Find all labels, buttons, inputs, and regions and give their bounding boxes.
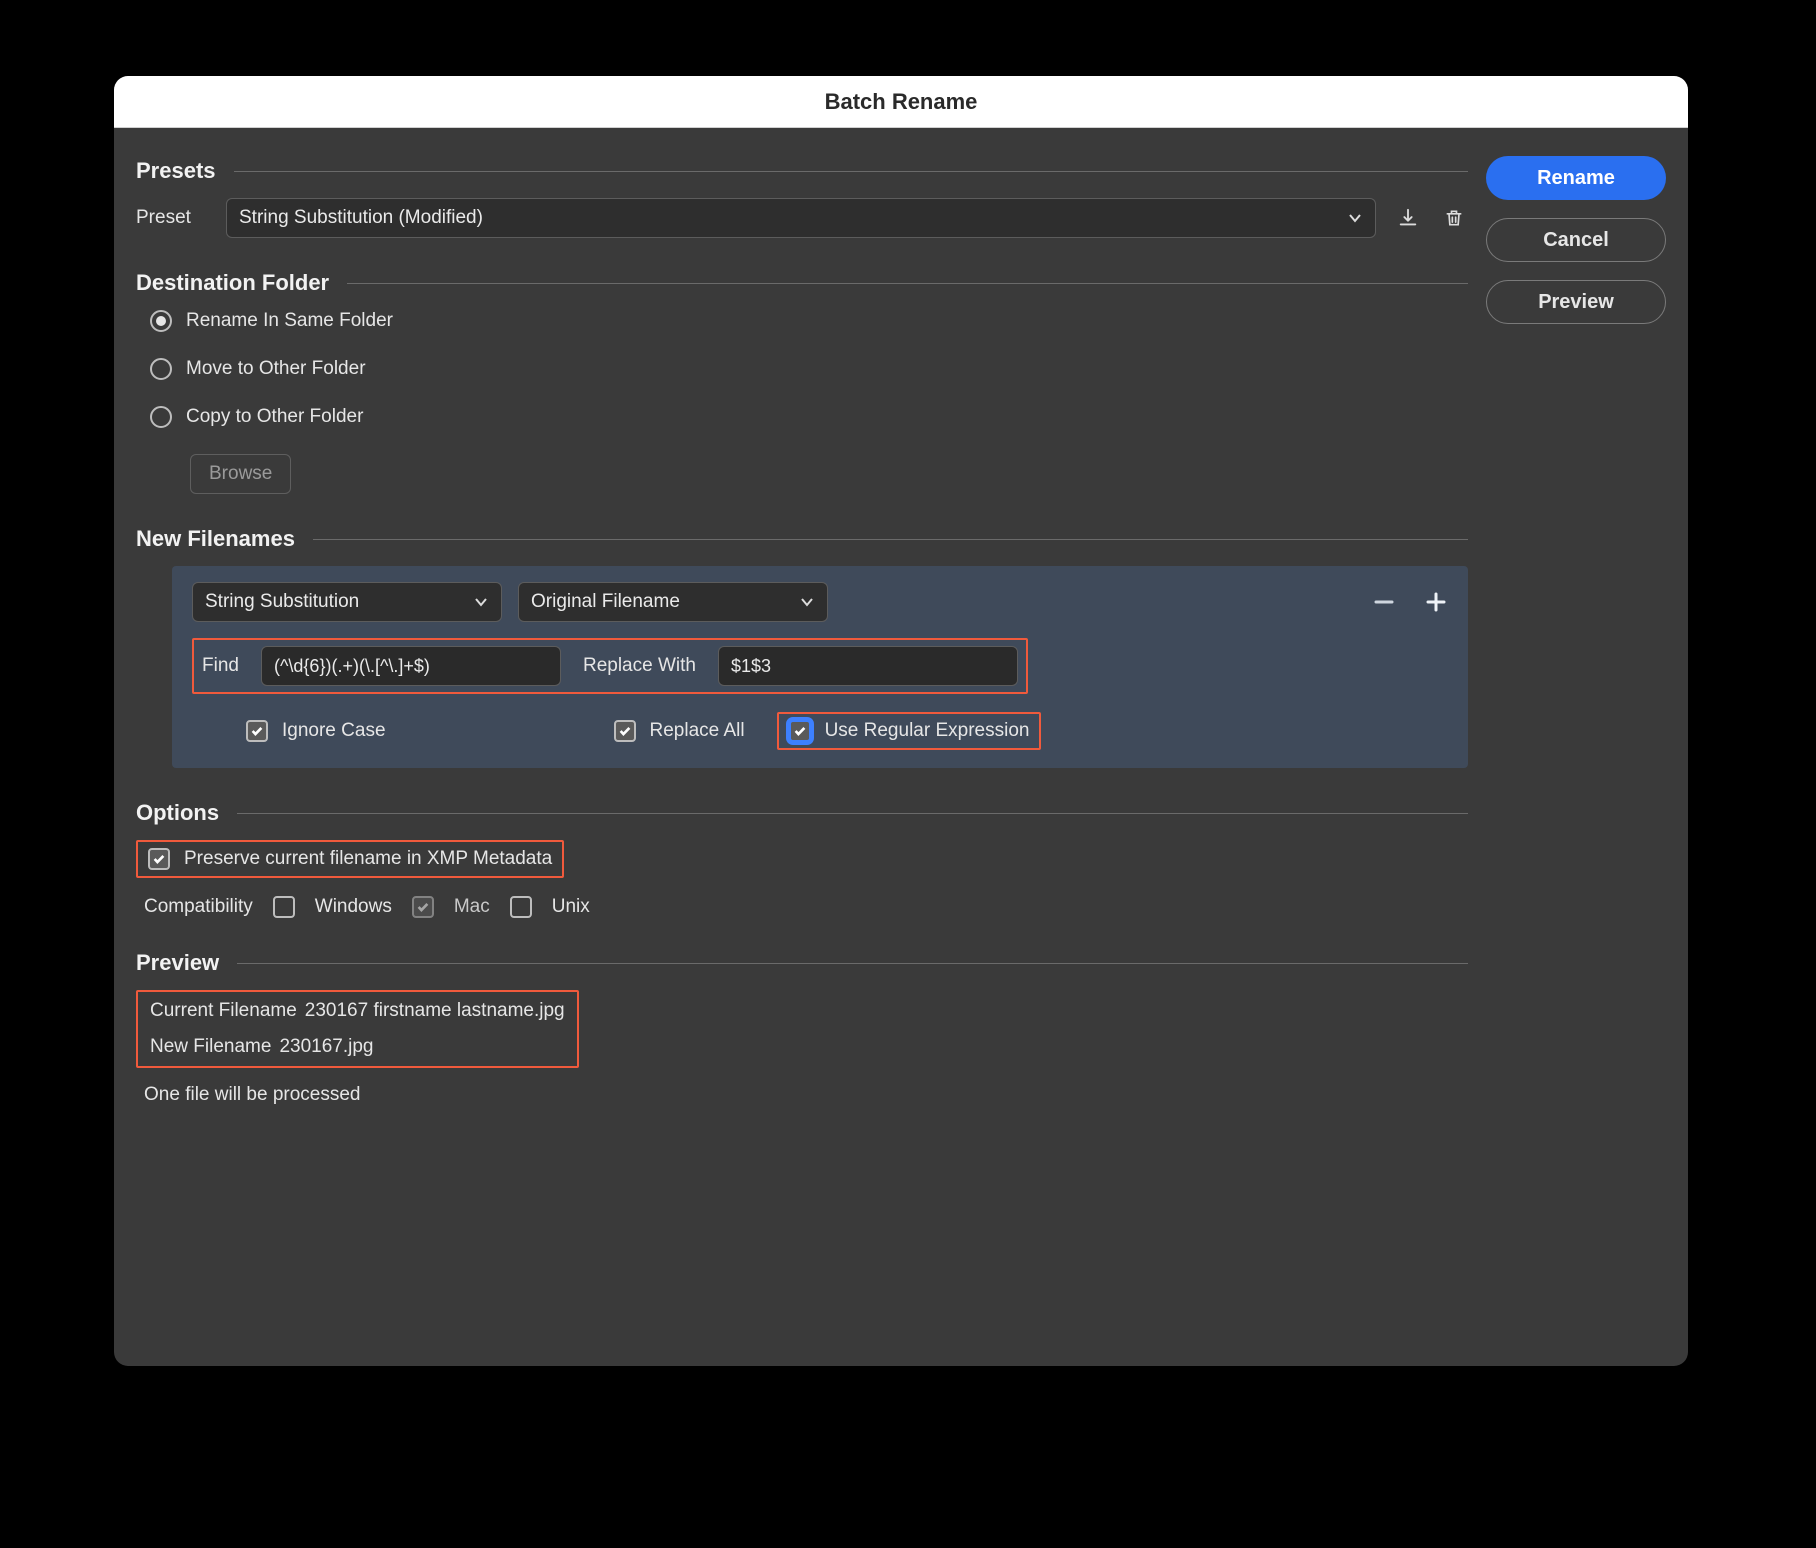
section-preview: Preview Current Filename 230167 firstnam… <box>136 950 1468 1106</box>
find-input[interactable] <box>261 646 561 686</box>
minus-icon[interactable] <box>1372 590 1396 614</box>
preset-select[interactable]: String Substitution (Modified) <box>226 198 1376 238</box>
section-presets: Presets Preset String Substitution (Modi… <box>136 158 1468 238</box>
rule <box>234 171 1468 172</box>
section-options: Options Preserve current filename in XMP… <box>136 800 1468 918</box>
cancel-button-label: Cancel <box>1543 229 1609 252</box>
rename-button[interactable]: Rename <box>1486 156 1666 200</box>
compatibility-label: Compatibility <box>144 896 253 918</box>
batch-rename-dialog: Batch Rename Presets Preset String Subst… <box>114 76 1688 1366</box>
current-filename-label: Current Filename <box>150 1000 297 1022</box>
dialog-title-text: Batch Rename <box>825 89 978 115</box>
compat-windows-label: Windows <box>315 896 392 918</box>
rule-type-value: String Substitution <box>205 591 359 613</box>
radio-move-other-folder[interactable] <box>150 358 172 380</box>
preview-button-label: Preview <box>1538 291 1614 314</box>
preset-label: Preset <box>136 207 208 229</box>
checkbox-use-regex[interactable] <box>789 720 811 742</box>
section-title-presets: Presets <box>136 158 216 184</box>
radio-label: Move to Other Folder <box>186 358 366 380</box>
rule <box>237 813 1468 814</box>
checkbox-replace-all[interactable] <box>614 720 636 742</box>
new-filename-value: 230167.jpg <box>279 1036 373 1058</box>
trash-icon[interactable] <box>1440 204 1468 232</box>
compat-unix-label: Unix <box>552 896 590 918</box>
replace-with-input[interactable] <box>718 646 1018 686</box>
replace-all-label: Replace All <box>650 720 745 742</box>
ignore-case-label: Ignore Case <box>282 720 386 742</box>
checkbox-preserve-xmp[interactable] <box>148 848 170 870</box>
action-button-column: Rename Cancel Preview <box>1486 152 1666 1106</box>
use-regex-label: Use Regular Expression <box>825 720 1030 742</box>
cancel-button[interactable]: Cancel <box>1486 218 1666 262</box>
chevron-down-icon <box>1347 210 1363 226</box>
rule <box>237 963 1468 964</box>
section-new-filenames: New Filenames String Substitution <box>136 526 1468 768</box>
browse-button: Browse <box>190 454 291 494</box>
preserve-xmp-label: Preserve current filename in XMP Metadat… <box>184 848 552 870</box>
plus-icon[interactable] <box>1424 590 1448 614</box>
find-label: Find <box>202 655 239 677</box>
replace-with-label: Replace With <box>583 655 696 677</box>
section-title-new-filenames: New Filenames <box>136 526 295 552</box>
checkbox-compat-mac <box>412 896 434 918</box>
current-filename-value: 230167 firstname lastname.jpg <box>305 1000 565 1022</box>
compat-mac-label: Mac <box>454 896 490 918</box>
checkbox-ignore-case[interactable] <box>246 720 268 742</box>
section-title-preview: Preview <box>136 950 219 976</box>
rule-source-value: Original Filename <box>531 591 680 613</box>
preview-button[interactable]: Preview <box>1486 280 1666 324</box>
rule-type-select[interactable]: String Substitution <box>192 582 502 622</box>
dialog-title: Batch Rename <box>114 76 1688 128</box>
section-title-destination: Destination Folder <box>136 270 329 296</box>
rule-source-select[interactable]: Original Filename <box>518 582 828 622</box>
save-preset-icon[interactable] <box>1394 204 1422 232</box>
rename-button-label: Rename <box>1537 167 1615 190</box>
checkbox-compat-unix[interactable] <box>510 896 532 918</box>
preview-status: One file will be processed <box>136 1084 1468 1106</box>
browse-label: Browse <box>209 463 272 485</box>
radio-copy-other-folder[interactable] <box>150 406 172 428</box>
rule <box>313 539 1468 540</box>
radio-label: Rename In Same Folder <box>186 310 393 332</box>
preset-select-value: String Substitution (Modified) <box>239 207 483 229</box>
filename-rule-panel: String Substitution Original Filename <box>172 566 1468 768</box>
section-destination: Destination Folder Rename In Same Folder… <box>136 270 1468 494</box>
checkbox-compat-windows[interactable] <box>273 896 295 918</box>
radio-label: Copy to Other Folder <box>186 406 363 428</box>
rule <box>347 283 1468 284</box>
radio-rename-same-folder[interactable] <box>150 310 172 332</box>
chevron-down-icon <box>473 594 489 610</box>
new-filename-label: New Filename <box>150 1036 271 1058</box>
chevron-down-icon <box>799 594 815 610</box>
section-title-options: Options <box>136 800 219 826</box>
